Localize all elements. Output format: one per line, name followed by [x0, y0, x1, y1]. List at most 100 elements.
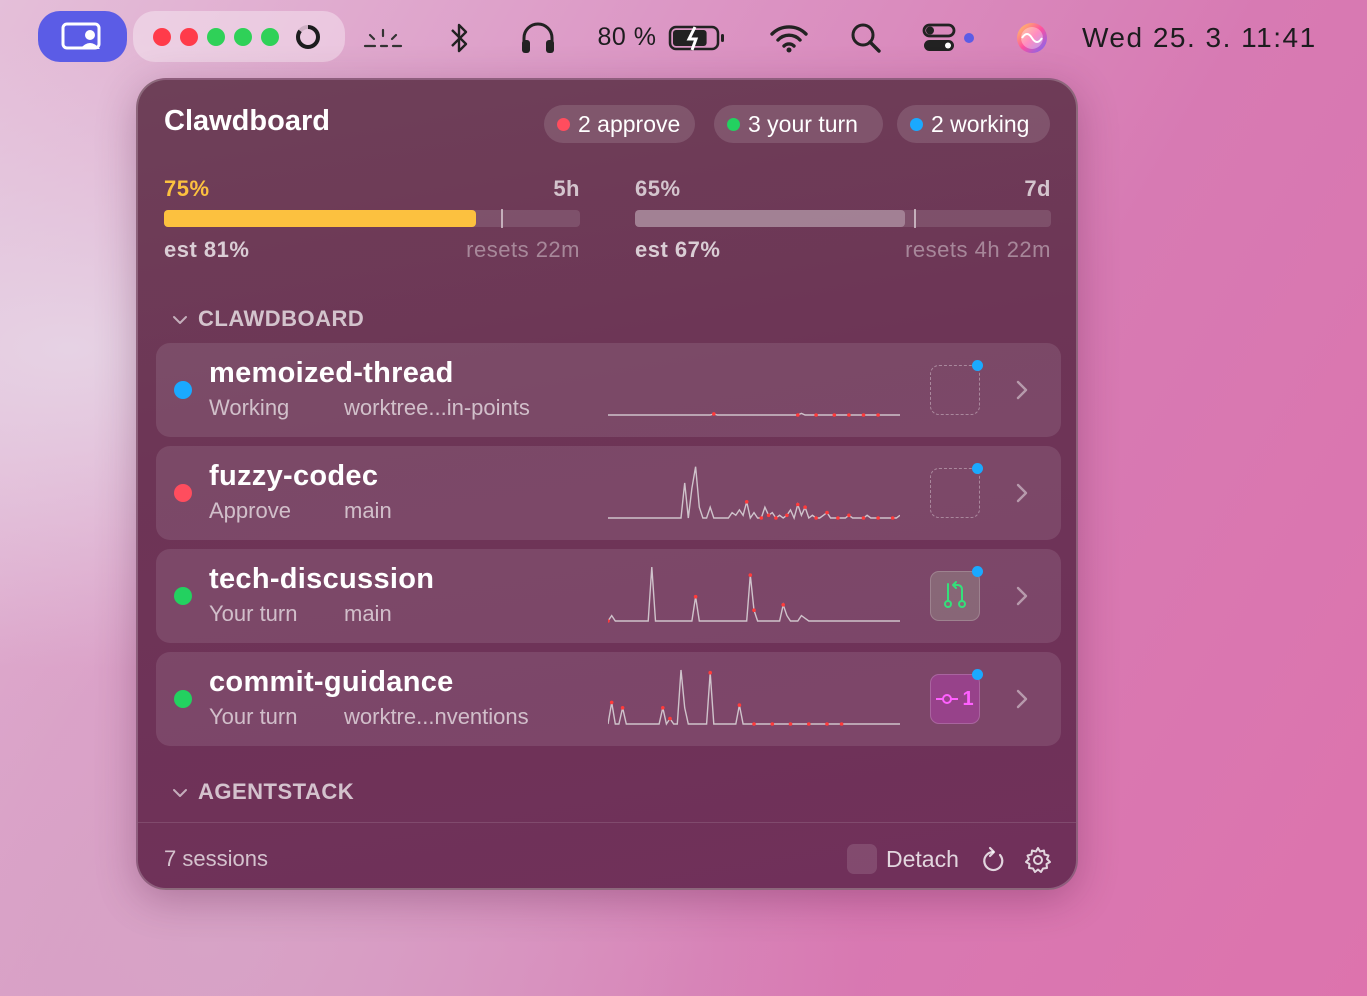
progress-ring-icon [294, 23, 322, 51]
sparkline-marker [788, 722, 793, 726]
estimate-marker [500, 209, 503, 228]
badge-approve[interactable]: 2 approve [544, 105, 695, 143]
sparkline-marker [890, 516, 895, 520]
pull-request-button[interactable] [930, 571, 980, 621]
usage-window: 5h [553, 176, 580, 201]
session-state: Your turn [209, 704, 298, 729]
section-header-clawdboard[interactable]: CLAWDBOARD [172, 306, 364, 332]
commit-count: 1 [962, 687, 974, 710]
sparkline-marker [807, 722, 811, 726]
chevron-right-icon[interactable] [1014, 377, 1030, 403]
session-dot-2 [180, 27, 198, 46]
notification-dot [972, 463, 983, 474]
sparkline-marker [796, 413, 800, 417]
sparkline-path [607, 566, 900, 622]
sparkline-path [608, 466, 901, 521]
usage-estimate: est 81% [164, 237, 250, 262]
session-row-fuzzy-codec[interactable]: fuzzy-codec Approve main [156, 446, 1061, 540]
sparkline-marker [752, 608, 756, 612]
sparkline-marker [748, 573, 753, 577]
sparkline-marker [759, 516, 764, 520]
activity-sparkline [608, 460, 901, 524]
session-branch: main [344, 601, 392, 626]
session-name: fuzzy-codec [209, 460, 379, 492]
sparkline-marker [814, 516, 818, 520]
usage-estimate: est 67% [635, 237, 721, 262]
weather-icon[interactable] [358, 0, 408, 75]
sparkline-marker [712, 412, 716, 416]
session-branch: main [344, 498, 392, 523]
badge-your-turn[interactable]: 3 your turn [714, 105, 883, 143]
sparkline-marker [661, 706, 665, 710]
detach-checkbox[interactable] [847, 844, 877, 874]
sparkline-marker [737, 703, 742, 707]
notification-dot [972, 360, 983, 371]
session-state: Your turn [209, 601, 298, 626]
menu-bar: 80 % Wed 25. 3. 11:41 [0, 0, 1367, 75]
sparkline-marker [803, 505, 807, 509]
sparkline-marker [847, 513, 851, 518]
notification-dot [972, 669, 983, 680]
sparkline-marker [825, 722, 829, 726]
activity-sparkline [608, 357, 900, 421]
section-title: CLAWDBOARD [198, 306, 365, 331]
refresh-icon[interactable] [980, 846, 1010, 876]
empty-action-slot [930, 365, 980, 415]
sparkline-path [607, 669, 900, 726]
notification-dot [972, 566, 983, 577]
search-icon[interactable] [846, 0, 886, 75]
sparkline-marker [668, 716, 672, 721]
usage-bar-fill [164, 210, 476, 227]
status-dot [174, 690, 192, 708]
session-state: Approve [209, 498, 291, 523]
wifi-icon[interactable] [766, 0, 812, 75]
sparkline-marker [609, 700, 614, 705]
chevron-right-icon[interactable] [1014, 583, 1030, 609]
sparkline-marker [781, 603, 785, 607]
sparkline-marker [708, 670, 712, 675]
session-branch: worktre...nventions [344, 704, 529, 729]
session-row-tech-discussion[interactable]: tech-discussion Your turn main [156, 549, 1061, 643]
chevron-right-icon[interactable] [1014, 686, 1030, 712]
clawdboard-menubar-button[interactable] [38, 11, 127, 62]
badge-label: 3 your turn [748, 110, 858, 137]
battery-charging-icon[interactable] [666, 0, 728, 75]
sparkline-marker [620, 706, 625, 710]
usage-percent: 75% [164, 176, 210, 201]
detach-label[interactable]: Detach [886, 846, 959, 873]
sparkline-marker [752, 722, 756, 726]
sparkline-marker [839, 722, 844, 726]
section-title: AGENTSTACK [198, 779, 355, 804]
sparkline-marker [861, 413, 866, 417]
session-row-commit-guidance[interactable]: commit-guidance Your turn worktre...nventi… [156, 652, 1061, 746]
control-center-icon[interactable] [918, 0, 978, 75]
badge-working[interactable]: 2 working [897, 105, 1050, 143]
sparkline-marker [861, 516, 866, 520]
commit-count-button[interactable]: 1 [930, 674, 980, 724]
headphones-icon[interactable] [516, 0, 560, 75]
menubar-clock[interactable]: Wed 25. 3. 11:41 [1082, 0, 1332, 75]
sparkline-marker [825, 510, 829, 515]
activity-sparkline [606, 563, 900, 627]
chevron-down-icon [172, 306, 188, 332]
bluetooth-icon[interactable] [440, 0, 478, 75]
chevron-right-icon[interactable] [1014, 480, 1030, 506]
siri-icon[interactable] [1010, 0, 1054, 75]
empty-action-slot [930, 468, 980, 518]
sparkline-marker [766, 513, 771, 518]
sparkline-marker [693, 594, 698, 599]
usage-resets: resets 22m [466, 237, 580, 262]
badge-label: 2 working [931, 110, 1030, 137]
usage-bar-fill [635, 210, 906, 227]
sparkline-marker [744, 500, 749, 504]
gear-icon[interactable] [1024, 846, 1054, 876]
section-header-agentstack[interactable]: AGENTSTACK [172, 779, 354, 805]
sparkline-marker [876, 413, 880, 417]
sparkline-path [608, 412, 900, 416]
usage-percent: 65% [635, 176, 681, 201]
session-status-menubar-item[interactable] [133, 11, 345, 62]
badge-label: 2 approve [578, 110, 681, 137]
session-name: memoized-thread [209, 357, 454, 389]
session-row-memoized-thread[interactable]: memoized-thread Working worktree...in-poin… [156, 343, 1061, 437]
session-dot-1 [153, 27, 171, 46]
